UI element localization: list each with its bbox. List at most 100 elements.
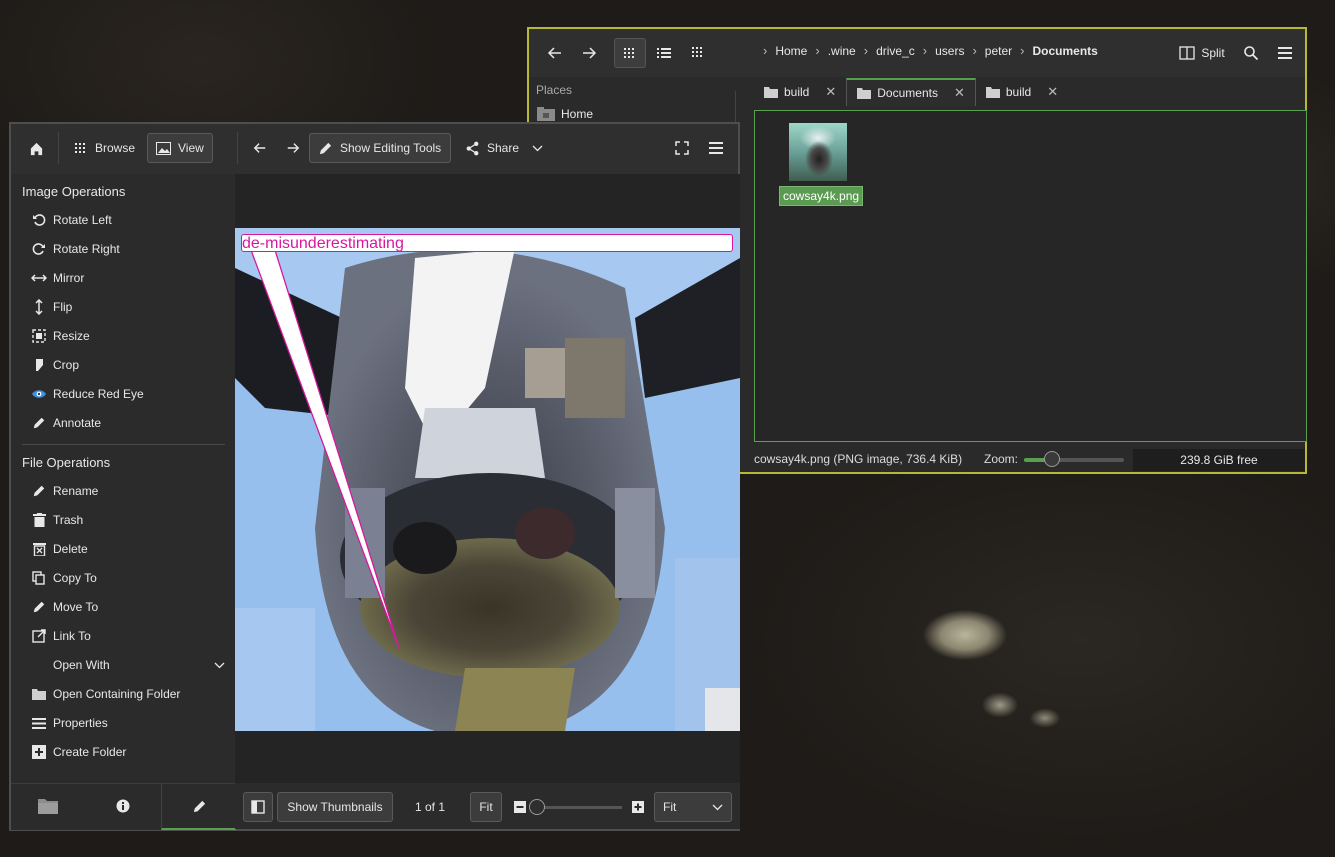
link-to-button[interactable]: Link To	[31, 628, 91, 644]
pencil-icon	[31, 599, 47, 615]
view-button[interactable]: View	[147, 133, 213, 163]
toggle-sidebar-button[interactable]	[243, 792, 273, 822]
split-view-icon	[1179, 46, 1195, 60]
zoom-track	[1024, 458, 1124, 462]
browse-label: Browse	[95, 141, 136, 155]
places-home-item[interactable]: Home	[537, 107, 593, 121]
home-button[interactable]	[19, 133, 53, 163]
grid-icon	[623, 46, 637, 60]
annotation-bubble[interactable]: de-misunderestimating	[241, 234, 733, 252]
image-canvas[interactable]: de-misunderestimating	[235, 174, 740, 783]
tab-operations[interactable]	[161, 784, 236, 830]
show-editing-tools-button[interactable]: Show Editing Tools	[309, 133, 451, 163]
image-viewer-toolbar: Browse View Show Editing Tools Share	[11, 124, 738, 174]
resize-icon	[31, 328, 47, 344]
fit-button[interactable]: Fit	[470, 792, 502, 822]
move-to-button[interactable]: Move To	[31, 599, 98, 615]
tab-bar: build ✕ Documents ✕ build ✕	[754, 77, 1305, 107]
zoom-select[interactable]: Fit	[654, 792, 732, 822]
chevron-down-icon	[211, 657, 227, 673]
crop-button[interactable]: Crop	[31, 357, 79, 373]
trash-button[interactable]: Trash	[31, 512, 83, 528]
rotate-right-button[interactable]: Rotate Right	[31, 241, 120, 257]
close-icon[interactable]: ✕	[1047, 84, 1058, 100]
share-icon	[465, 141, 480, 156]
free-space-indicator[interactable]: 239.8 GiB free	[1133, 449, 1305, 471]
columns-icon	[691, 46, 705, 60]
chevron-down-icon	[532, 145, 543, 152]
tab-label: Documents	[877, 86, 938, 100]
rotate-left-button[interactable]: Rotate Left	[31, 212, 112, 228]
chevron-down-icon	[712, 804, 723, 811]
mirror-button[interactable]: Mirror	[31, 270, 84, 286]
search-button[interactable]	[1238, 38, 1264, 68]
close-icon[interactable]: ✕	[825, 84, 836, 100]
file-view[interactable]: cowsay4k.png	[754, 110, 1307, 442]
breadcrumb-documents[interactable]: › Documents	[1012, 43, 1098, 58]
properties-button[interactable]: Properties	[31, 715, 108, 731]
breadcrumb-wine[interactable]: › .wine	[807, 43, 855, 58]
folder-icon	[764, 86, 778, 98]
op-label: Rotate Right	[53, 242, 120, 256]
zoom-in-button[interactable]	[631, 792, 645, 822]
previous-image-button[interactable]	[247, 133, 273, 163]
zoom-knob[interactable]	[529, 799, 545, 815]
annotation-pointer	[250, 249, 400, 649]
zoom-knob[interactable]	[1044, 451, 1060, 467]
toolbar-separator	[237, 132, 238, 164]
breadcrumb-users[interactable]: › users	[915, 43, 965, 58]
flip-button[interactable]: Flip	[31, 299, 72, 315]
breadcrumb-drive-c[interactable]: › drive_c	[856, 43, 915, 58]
op-label: Properties	[53, 716, 108, 730]
breadcrumb-home[interactable]: › Home	[755, 43, 807, 58]
sidebar-tabs	[11, 783, 236, 830]
zoom-track	[538, 806, 622, 809]
op-label: Mirror	[53, 271, 85, 285]
folder-icon	[857, 87, 872, 99]
pencil-icon	[192, 799, 207, 814]
op-label: Trash	[53, 513, 84, 527]
compact-view-button[interactable]	[684, 38, 712, 68]
split-button[interactable]: Split	[1175, 38, 1229, 68]
tab-build-1[interactable]: build ✕	[754, 78, 846, 106]
annotate-button[interactable]: Annotate	[31, 415, 101, 431]
resize-button[interactable]: Resize	[31, 328, 90, 344]
fit-label: Fit	[479, 800, 493, 814]
copy-icon	[31, 570, 47, 586]
forward-button[interactable]	[575, 38, 603, 68]
delete-button[interactable]: Delete	[31, 541, 88, 557]
tab-folders[interactable]	[11, 784, 85, 828]
open-with-button[interactable]: Open With	[31, 657, 227, 673]
file-item[interactable]: cowsay4k.png	[779, 123, 864, 206]
tab-build-2[interactable]: build ✕	[976, 78, 1068, 106]
share-button[interactable]: Share	[457, 133, 551, 163]
close-icon[interactable]: ✕	[954, 85, 965, 101]
show-thumbnails-button[interactable]: Show Thumbnails	[277, 792, 393, 822]
op-label: Copy To	[53, 571, 97, 585]
icons-view-button[interactable]	[614, 38, 646, 68]
back-button[interactable]	[541, 38, 569, 68]
rename-button[interactable]: Rename	[31, 483, 98, 499]
zoom-out-button[interactable]	[513, 792, 527, 822]
tab-documents[interactable]: Documents ✕	[846, 78, 976, 106]
tab-label: build	[1005, 85, 1032, 99]
eye-icon	[31, 386, 47, 402]
copy-to-button[interactable]: Copy To	[31, 570, 97, 586]
next-image-button[interactable]	[280, 133, 306, 163]
open-containing-folder-button[interactable]: Open Containing Folder	[31, 686, 180, 702]
breadcrumb-label: Documents	[1032, 43, 1098, 58]
menu-button[interactable]	[1272, 38, 1298, 68]
status-info: cowsay4k.png (PNG image, 736.4 KiB)	[754, 452, 963, 466]
tab-information[interactable]	[86, 784, 160, 828]
show-thumbnails-label: Show Thumbnails	[287, 800, 383, 814]
image-viewer-window: Browse View Show Editing Tools Share Ima…	[9, 122, 740, 831]
breadcrumb-label: peter	[984, 43, 1013, 58]
op-label: Rename	[53, 484, 99, 498]
details-view-button[interactable]	[650, 38, 678, 68]
reduce-red-eye-button[interactable]: Reduce Red Eye	[31, 386, 144, 402]
breadcrumb-peter[interactable]: › peter	[964, 43, 1012, 58]
browse-button[interactable]: Browse	[66, 133, 143, 163]
fullscreen-button[interactable]	[669, 133, 695, 163]
create-folder-button[interactable]: Create Folder	[31, 744, 126, 760]
menu-button[interactable]	[703, 133, 729, 163]
